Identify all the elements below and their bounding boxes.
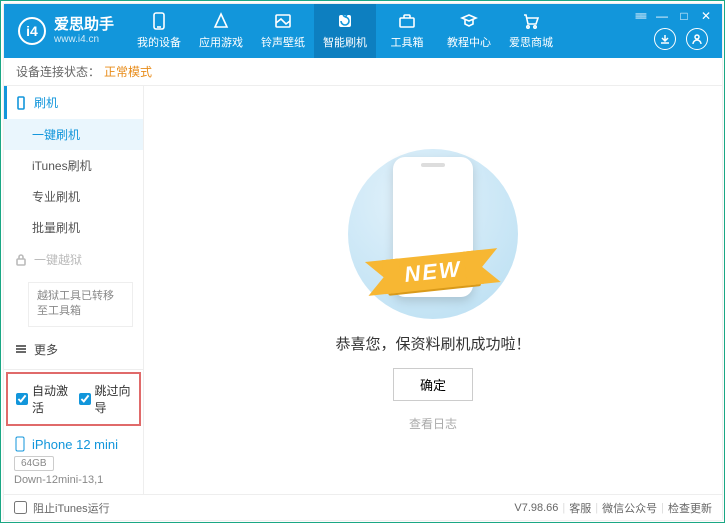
main-content: NEW 恭喜您，保资料刷机成功啦！ 确定 查看日志 — [144, 86, 722, 494]
sidebar: 刷机 一键刷机 iTunes刷机 专业刷机 批量刷机 一键越狱 越狱工具已转移至… — [4, 86, 144, 494]
app-site: www.i4.cn — [54, 34, 114, 45]
app-logo-icon: i4 — [18, 17, 46, 45]
apps-icon — [212, 12, 230, 30]
ok-button[interactable]: 确定 — [393, 368, 473, 401]
device-info[interactable]: iPhone 12 mini 64GB Down-12mini-13,1 — [4, 428, 143, 494]
sidebar-item-oneclick-flash[interactable]: 一键刷机 — [4, 119, 143, 150]
sidebar-item-pro-flash[interactable]: 专业刷机 — [4, 181, 143, 212]
user-button[interactable] — [686, 28, 708, 50]
cart-icon — [522, 12, 540, 30]
tab-store[interactable]: 爱思商城 — [500, 4, 562, 58]
view-log-link[interactable]: 查看日志 — [409, 415, 457, 432]
footer-bar: 阻止iTunes运行 V7.98.66 | 客服 | 微信公众号 | 检查更新 — [4, 494, 722, 520]
success-message: 恭喜您，保资料刷机成功啦！ — [335, 333, 530, 354]
checkbox-auto-activate[interactable]: 自动激活 — [16, 382, 69, 416]
status-label: 设备连接状态： — [16, 63, 100, 80]
tab-toolbox[interactable]: 工具箱 — [376, 4, 438, 58]
top-toolbar: i4 爱思助手 www.i4.cn 我的设备 应用游戏 铃声壁纸 智能刷机 — [4, 4, 722, 58]
version-label: V7.98.66 — [514, 502, 558, 514]
sidebar-group-jailbreak: 一键越狱 — [4, 243, 143, 276]
checkbox-block-itunes[interactable]: 阻止iTunes运行 — [14, 500, 110, 516]
app-window: i4 爱思助手 www.i4.cn 我的设备 应用游戏 铃声壁纸 智能刷机 — [4, 4, 722, 520]
window-maximize-button[interactable]: □ — [674, 8, 694, 24]
app-name: 爱思助手 — [54, 17, 114, 34]
tab-apps-games[interactable]: 应用游戏 — [190, 4, 252, 58]
footer-link-update[interactable]: 检查更新 — [668, 500, 712, 516]
toolbox-icon — [398, 12, 416, 30]
footer-link-support[interactable]: 客服 — [569, 500, 591, 516]
window-close-button[interactable]: ✕ — [696, 8, 716, 24]
sidebar-item-batch-flash[interactable]: 批量刷机 — [4, 212, 143, 243]
window-minimize-button[interactable]: — — [652, 8, 672, 24]
device-storage: 64GB — [14, 456, 54, 471]
phone-icon — [150, 12, 168, 30]
download-button[interactable] — [654, 28, 676, 50]
footer-link-wechat[interactable]: 微信公众号 — [602, 500, 657, 516]
tab-smart-flash[interactable]: 智能刷机 — [314, 4, 376, 58]
sidebar-group-more[interactable]: 更多 — [4, 333, 143, 366]
flash-options-highlight: 自动激活 跳过向导 — [6, 372, 141, 426]
status-value: 正常模式 — [104, 63, 152, 80]
jailbreak-note: 越狱工具已转移至工具箱 — [28, 282, 133, 327]
nav-tabs: 我的设备 应用游戏 铃声壁纸 智能刷机 工具箱 教程中心 — [128, 4, 630, 58]
tutorial-icon — [460, 12, 478, 30]
device-sub: Down-12mini-13,1 — [14, 474, 133, 486]
device-name: iPhone 12 mini — [32, 437, 118, 452]
tab-my-device[interactable]: 我的设备 — [128, 4, 190, 58]
wallpaper-icon — [274, 12, 292, 30]
status-bar: 设备连接状态： 正常模式 — [4, 58, 722, 86]
sidebar-item-itunes-flash[interactable]: iTunes刷机 — [4, 150, 143, 181]
checkbox-skip-guide[interactable]: 跳过向导 — [79, 382, 132, 416]
window-menu-button[interactable]: ≡≡ — [630, 8, 650, 24]
flash-icon — [336, 12, 354, 30]
brand: i4 爱思助手 www.i4.cn — [4, 4, 128, 58]
success-illustration: NEW — [333, 149, 533, 319]
device-phone-icon — [14, 436, 26, 452]
tab-ringtones[interactable]: 铃声壁纸 — [252, 4, 314, 58]
window-controls: ≡≡ — □ ✕ — [630, 4, 722, 24]
sidebar-group-flash[interactable]: 刷机 — [4, 86, 143, 119]
tab-tutorials[interactable]: 教程中心 — [438, 4, 500, 58]
